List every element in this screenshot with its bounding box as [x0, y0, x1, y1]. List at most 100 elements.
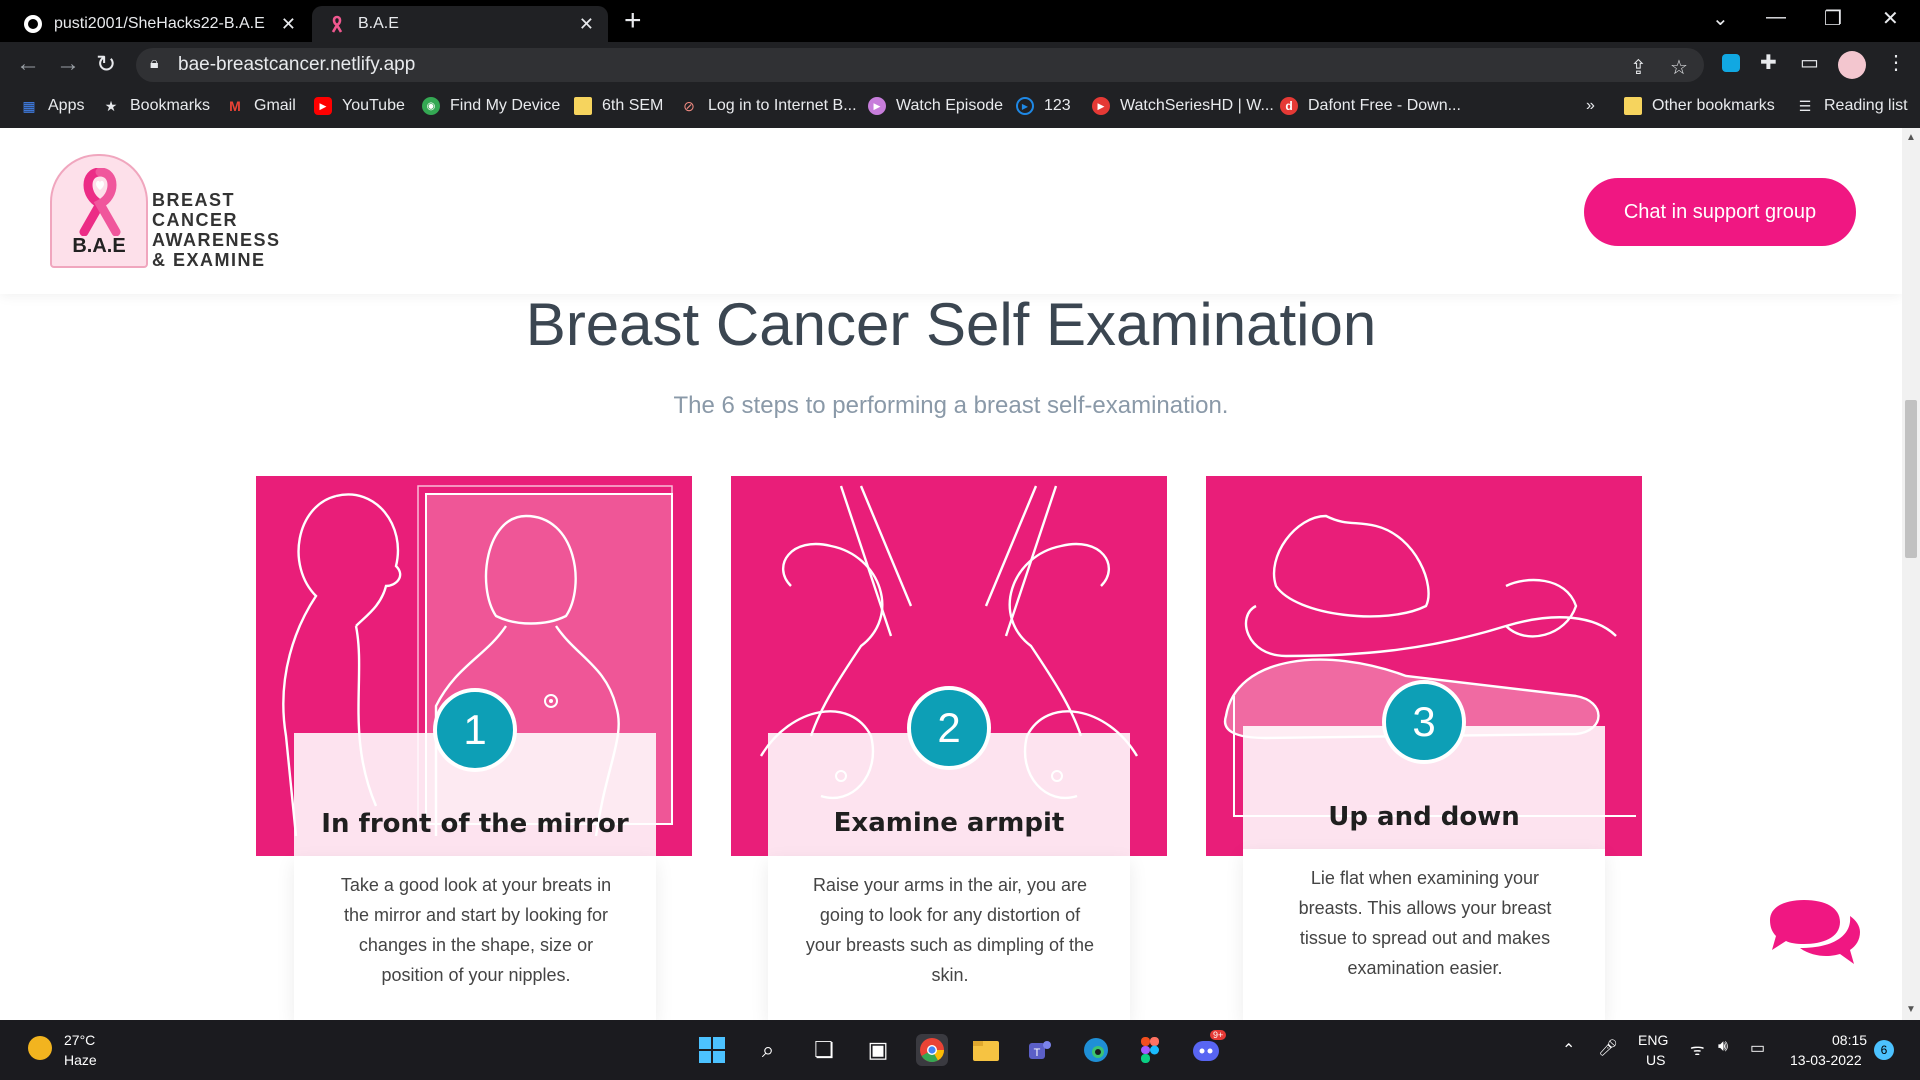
browser-tab-strip: pusti2001/SheHacks22-B.A.E ✕ B.A.E ✕ + ⌄…	[0, 0, 1920, 42]
search-icon[interactable]: ⌕	[752, 1034, 784, 1066]
edge-icon[interactable]	[1080, 1034, 1112, 1066]
play-circle-icon: ▶	[1016, 97, 1034, 115]
show-hidden-icons-icon[interactable]: ⌃	[1562, 1040, 1575, 1060]
logo-line: & EXAMINE	[152, 250, 266, 270]
restore-icon[interactable]: ❐	[1824, 6, 1842, 31]
youtube-icon: ▶	[314, 97, 332, 115]
clock-date[interactable]: 13-03-2022	[1790, 1052, 1862, 1068]
chrome-icon[interactable]	[916, 1034, 948, 1066]
task-view-icon[interactable]: ❏	[808, 1034, 840, 1066]
find-device-icon: ◉	[422, 97, 440, 115]
file-explorer-icon[interactable]	[970, 1034, 1002, 1066]
svg-text:T: T	[1034, 1047, 1041, 1059]
bookmark-label: Gmail	[254, 97, 296, 114]
step-2-card: Raise your arms in the air, you are goin…	[768, 856, 1130, 1020]
notification-count-badge[interactable]: 6	[1874, 1040, 1894, 1060]
step-3-description: Lie flat when examining your breasts. Th…	[1298, 868, 1552, 978]
tab-github[interactable]: pusti2001/SheHacks22-B.A.E ✕	[8, 6, 310, 42]
language-top[interactable]: ENG	[1638, 1032, 1668, 1048]
close-tab-icon[interactable]: ✕	[281, 14, 296, 35]
back-arrow-icon[interactable]: ←	[16, 50, 40, 78]
bookmark-label: 6th SEM	[602, 97, 664, 114]
internet-icon: ⊘	[683, 97, 695, 114]
logo[interactable]: B.A.E	[50, 154, 148, 268]
browser-toolbar: ← → ↻ 🔒︎ bae-breastcancer.netlify.app ⇪ …	[0, 42, 1920, 88]
url-text[interactable]: bae-breastcancer.netlify.app	[178, 54, 415, 76]
close-tab-icon[interactable]: ✕	[579, 14, 594, 35]
share-icon[interactable]: ⇪	[1630, 55, 1647, 80]
bookmark-bookmarks[interactable]: ★ Bookmarks	[102, 97, 210, 115]
bookmark-label: 123	[1044, 97, 1071, 114]
discord-badge: 9+	[1210, 1030, 1227, 1040]
start-icon[interactable]	[696, 1034, 728, 1066]
bookmark-gmail[interactable]: M Gmail	[226, 97, 296, 115]
bookmark-123[interactable]: ▶ 123	[1016, 97, 1071, 115]
windows-taskbar: 27°C Haze ⌕ ❏ ▣ T 9+ ⌃ 🎤︎ ENG US ᯤ 🔊︎ ▭ …	[0, 1020, 1920, 1080]
chat-support-group-button[interactable]: Chat in support group	[1584, 178, 1856, 246]
wifi-icon[interactable]: ᯤ	[1690, 1038, 1705, 1060]
bookmark-watchserieshd[interactable]: ▶ WatchSeriesHD | W...	[1092, 97, 1274, 115]
profile-avatar[interactable]	[1838, 51, 1866, 85]
logo-line: CANCER	[152, 210, 239, 230]
bookmark-other[interactable]: Other bookmarks	[1624, 97, 1775, 115]
cast-icon[interactable]: ▭	[1800, 50, 1819, 75]
step-1-title: In front of the mirror	[321, 809, 629, 839]
bookmark-dafont[interactable]: d Dafont Free - Down...	[1280, 97, 1461, 115]
ribbon-icon	[328, 15, 346, 33]
folder-icon	[574, 97, 592, 115]
bookmark-internet[interactable]: ⊘ Log in to Internet B...	[680, 97, 857, 115]
bookmark-find-device[interactable]: ◉ Find My Device	[422, 97, 560, 115]
microphone-icon[interactable]: 🎤︎	[1598, 1038, 1618, 1058]
forward-arrow-icon[interactable]: →	[56, 50, 80, 78]
scroll-down-icon[interactable]: ▼	[1906, 1004, 1916, 1015]
language-bottom[interactable]: US	[1646, 1052, 1665, 1068]
bookmark-youtube[interactable]: ▶ YouTube	[314, 97, 405, 115]
reading-list[interactable]: ☰ Reading list	[1796, 97, 1908, 115]
bookmarks-overflow-icon[interactable]: »	[1586, 97, 1595, 115]
site-header: B.A.E BREAST CANCER AWARENESS & EXAMINE …	[0, 128, 1902, 294]
chat-bubbles-icon[interactable]	[1760, 898, 1864, 987]
github-icon	[24, 15, 42, 33]
new-tab-icon[interactable]: +	[624, 4, 642, 38]
extension-icon[interactable]	[1722, 54, 1740, 78]
battery-icon[interactable]: ▭	[1750, 1038, 1765, 1058]
bookmark-watch-episode[interactable]: ▶ Watch Episode	[868, 97, 1003, 115]
reading-list-icon: ☰	[1798, 97, 1812, 114]
reload-icon[interactable]: ↻	[96, 50, 116, 79]
bookmark-apps[interactable]: ▦ Apps	[20, 97, 84, 115]
bookmark-label: YouTube	[342, 97, 405, 114]
logo-line: AWARENESS	[152, 230, 281, 250]
dafont-icon: d	[1280, 97, 1298, 115]
ribbon-icon	[74, 167, 126, 241]
weather-condition[interactable]: Haze	[64, 1052, 97, 1068]
page-viewport: B.A.E BREAST CANCER AWARENESS & EXAMINE …	[0, 128, 1902, 1020]
scroll-up-icon[interactable]: ▲	[1906, 132, 1916, 143]
teams-icon[interactable]: T	[1024, 1034, 1056, 1066]
scroll-thumb[interactable]	[1905, 400, 1917, 558]
bookmark-6th-sem[interactable]: 6th SEM	[574, 97, 663, 115]
window-close-icon[interactable]: ✕	[1882, 6, 1899, 31]
address-bar[interactable]: 🔒︎ bae-breastcancer.netlify.app ⇪ ☆	[136, 48, 1704, 82]
weather-temperature[interactable]: 27°C	[64, 1032, 95, 1048]
star-icon: ★	[104, 97, 118, 114]
logo-line: BREAST	[152, 190, 236, 210]
menu-dots-icon[interactable]: ⋮	[1886, 50, 1906, 75]
clock-time[interactable]: 08:15	[1832, 1032, 1867, 1048]
step-1-number-badge: 1	[433, 688, 517, 772]
weather-sun-icon[interactable]	[28, 1036, 52, 1060]
tab-search-icon[interactable]: ⌄	[1712, 6, 1729, 31]
discord-icon[interactable]: 9+	[1190, 1030, 1227, 1066]
minimize-icon[interactable]: —	[1766, 6, 1786, 29]
step-1-description: Take a good look at your breats in the m…	[340, 875, 612, 985]
play-red-icon: ▶	[1092, 97, 1110, 115]
apps-grid-icon: ▦	[22, 97, 36, 114]
bookmark-label: Log in to Internet B...	[708, 97, 857, 114]
teams-chat-icon[interactable]: ▣	[862, 1034, 894, 1066]
volume-icon[interactable]: 🔊︎	[1718, 1038, 1728, 1056]
bookmark-label: Other bookmarks	[1652, 97, 1775, 114]
page-scrollbar[interactable]: ▲ ▼	[1902, 128, 1920, 1020]
tab-bae[interactable]: B.A.E ✕	[312, 6, 608, 42]
figma-icon[interactable]	[1134, 1034, 1166, 1066]
puzzle-extensions-icon[interactable]: ✚	[1760, 50, 1777, 75]
bookmark-star-icon[interactable]: ☆	[1670, 55, 1688, 80]
